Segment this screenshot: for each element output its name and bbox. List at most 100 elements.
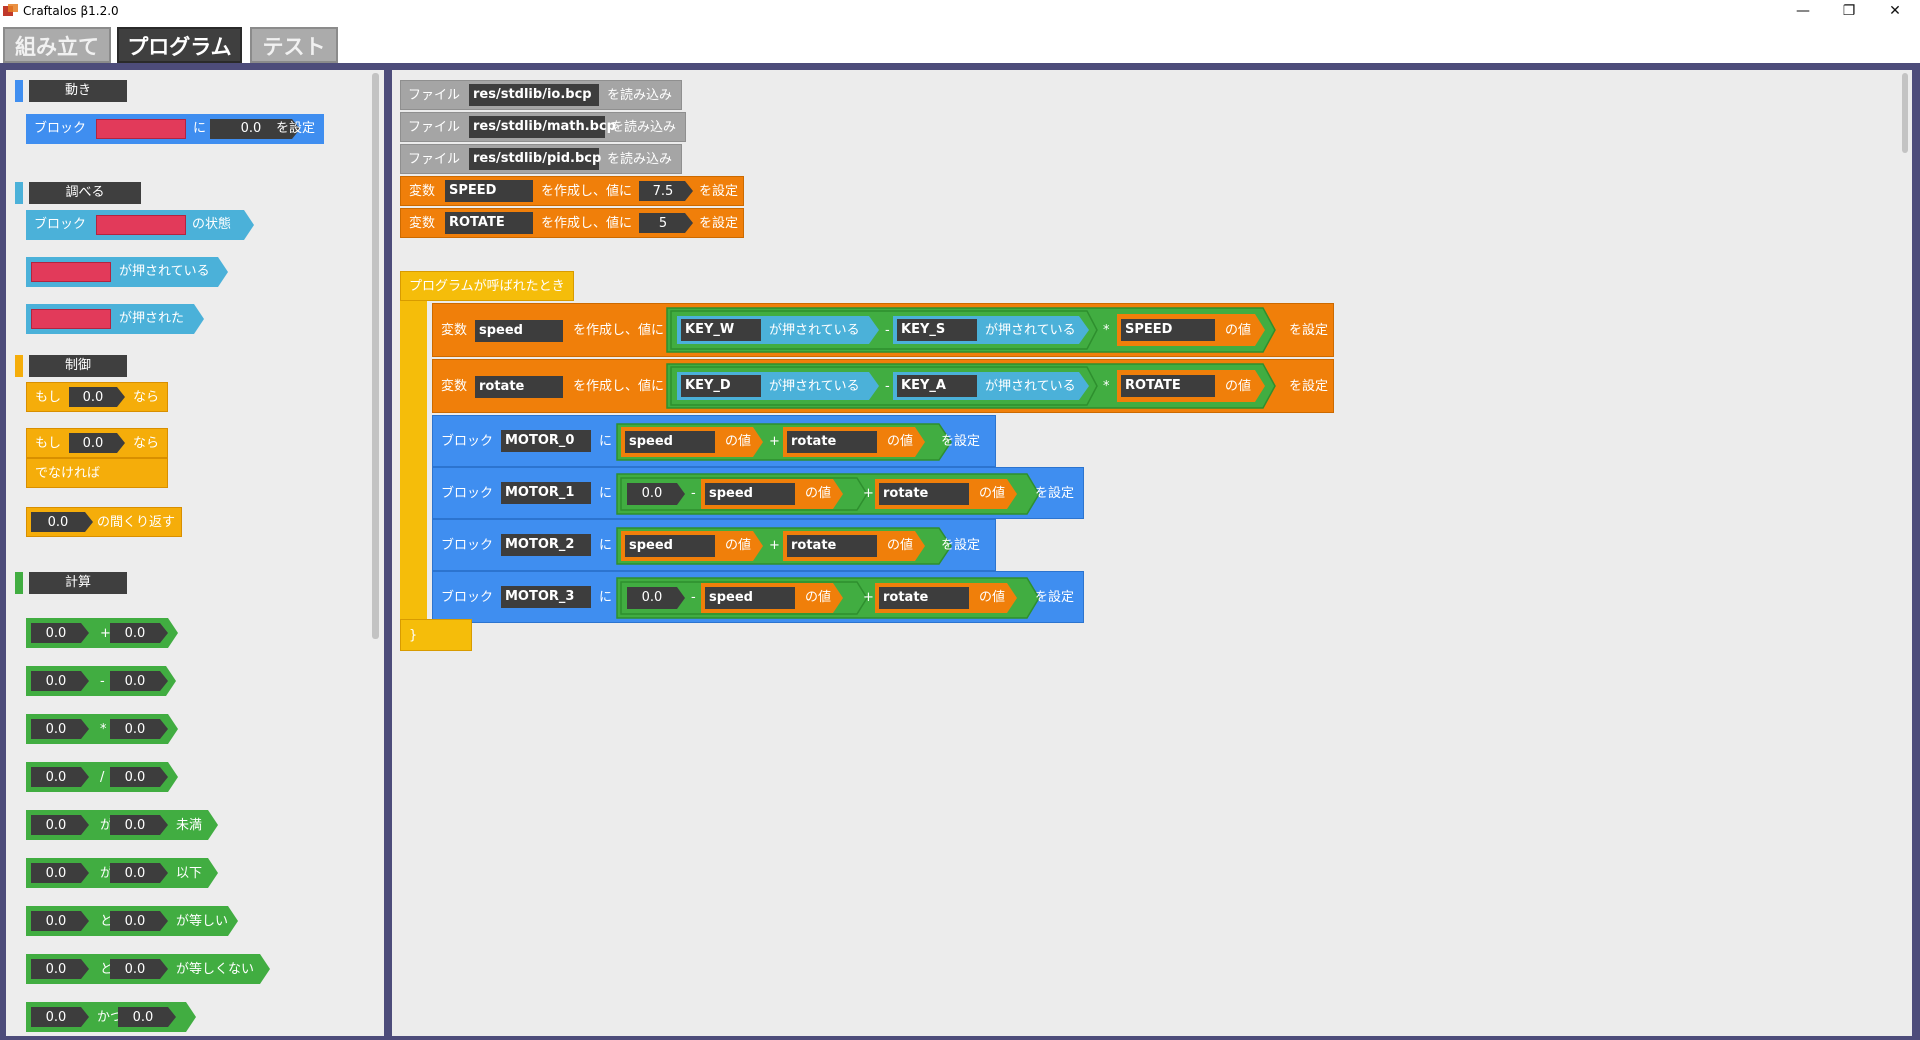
minus-operator: -: [885, 379, 890, 394]
palette-scrollbar[interactable]: [372, 73, 379, 639]
minimize-button[interactable]: —: [1780, 1, 1826, 21]
calc-right-value: 0.0: [124, 770, 146, 785]
set-suffix: を設定: [1035, 486, 1075, 501]
calc-left-value: 0.0: [45, 626, 67, 641]
event-header-block[interactable]: プログラムが呼ばれたとき: [400, 271, 574, 301]
var-ref-field[interactable]: SPEED: [1121, 319, 1215, 341]
file-path-field[interactable]: res/stdlib/pid.bcp: [469, 148, 601, 170]
import-pid-block[interactable]: ファイル res/stdlib/pid.bcp を読み込み: [400, 144, 682, 174]
panel-divider[interactable]: [384, 70, 392, 1036]
ni-label: に: [599, 590, 613, 605]
multiply-operator: *: [1103, 323, 1110, 338]
palette-set-block[interactable]: ブロック に 0.0 を設定: [26, 114, 324, 144]
value-of-label: の値: [979, 486, 1006, 501]
palette-if-else[interactable]: もし 0.0 なら: [26, 428, 168, 458]
close-button[interactable]: ✕: [1872, 1, 1918, 21]
palette-if[interactable]: もし 0.0 なら: [26, 382, 168, 412]
key-name-field[interactable]: KEY_W: [681, 319, 761, 341]
tab-test[interactable]: テスト: [250, 27, 338, 63]
calc-left-value: 0.0: [45, 818, 67, 833]
var-name-field[interactable]: speed: [475, 320, 563, 342]
pressing-label: が押されている: [769, 323, 860, 338]
motor-set-block[interactable]: ブロック MOTOR_0 に speed の値 + rotate の値 を設定: [432, 415, 996, 467]
calc-right-value: 0.0: [124, 674, 146, 689]
key-color-slot[interactable]: [31, 262, 111, 282]
var-ref-field[interactable]: rotate: [787, 431, 877, 453]
block-state-label: ブロック: [34, 217, 87, 232]
value-of-label: の値: [725, 434, 752, 449]
motor-name-field[interactable]: MOTOR_1: [501, 482, 591, 504]
motor-name-field[interactable]: MOTOR_2: [501, 534, 591, 556]
motor-set-block[interactable]: ブロック MOTOR_3 に 0.0 - speed の値 + rotate の値 を設定: [432, 571, 1084, 623]
block-state-suffix: の状態: [192, 217, 232, 232]
window-title: Craftalos β1.2.0: [23, 4, 119, 18]
calc-suffix: 以下: [176, 866, 203, 881]
pressing-label: が押されている: [985, 323, 1076, 338]
plus-operator: +: [769, 538, 780, 553]
var-ref-field[interactable]: speed: [625, 535, 715, 557]
var-value[interactable]: 7.5: [639, 185, 687, 198]
global-var-rotate[interactable]: 変数 ROTATE を作成し、値に 5 を設定: [400, 208, 744, 238]
program-canvas[interactable]: ファイル res/stdlib/io.bcp を読み込み ファイル res/st…: [392, 70, 1912, 1036]
var-name-field[interactable]: SPEED: [445, 180, 533, 202]
var-ref-field[interactable]: speed: [705, 587, 795, 609]
value-of-label: の値: [725, 538, 752, 553]
key-name-field[interactable]: KEY_D: [681, 375, 761, 397]
var-ref-field[interactable]: rotate: [787, 535, 877, 557]
motor-name-field[interactable]: MOTOR_3: [501, 586, 591, 608]
canvas-scrollbar[interactable]: [1902, 73, 1908, 153]
minus-operator: -: [691, 590, 696, 605]
import-math-block[interactable]: ファイル res/stdlib/math.bcp を読み込み: [400, 112, 686, 142]
block-color-slot[interactable]: [96, 119, 186, 139]
var-ref-field[interactable]: speed: [625, 431, 715, 453]
restore-button[interactable]: ❐: [1826, 1, 1872, 21]
minus-operator: -: [885, 323, 890, 338]
local-var-block[interactable]: 変数 rotate を作成し、値に KEY_D が押されている - KEY_A が押されている…: [432, 359, 1334, 413]
event-footer-block[interactable]: }: [400, 619, 472, 651]
key-color-slot[interactable]: [31, 309, 111, 329]
calc-suffix: 未満: [176, 818, 203, 833]
var-ref-field[interactable]: speed: [705, 483, 795, 505]
var-name-field[interactable]: ROTATE: [445, 212, 533, 234]
calc-left-value: 0.0: [45, 770, 67, 785]
motor-set-block[interactable]: ブロック MOTOR_2 に speed の値 + rotate の値 を設定: [432, 519, 996, 571]
zero-value: 0.0: [641, 486, 663, 501]
var-ref-field[interactable]: rotate: [879, 483, 969, 505]
palette-else[interactable]: でなければ: [26, 458, 168, 488]
ni-label: に: [599, 486, 613, 501]
ni-label: に: [599, 538, 613, 553]
var-ref-field[interactable]: ROTATE: [1121, 375, 1215, 397]
var-name-field[interactable]: rotate: [475, 376, 563, 398]
plus-operator: +: [863, 486, 874, 501]
key-name-field[interactable]: KEY_A: [897, 375, 977, 397]
tab-assemble[interactable]: 組み立て: [3, 27, 111, 63]
palette-repeat[interactable]: 0.0 の間くり返す: [26, 507, 182, 537]
set-suffix: を設定: [941, 434, 981, 449]
title-bar: Craftalos β1.2.0 — ❐ ✕: [0, 0, 1920, 22]
file-path-field[interactable]: res/stdlib/io.bcp: [469, 84, 599, 106]
pressing-label: が押されている: [769, 379, 860, 394]
zero-value: 0.0: [641, 590, 663, 605]
calc-suffix: が等しい: [176, 914, 229, 929]
var-ref-field[interactable]: rotate: [879, 587, 969, 609]
motor-name-field[interactable]: MOTOR_0: [501, 430, 591, 452]
ni-label: に: [599, 434, 613, 449]
global-var-speed[interactable]: 変数 SPEED を作成し、値に 7.5 を設定: [400, 176, 744, 206]
set-suffix: を設定: [1289, 323, 1329, 338]
local-var-block[interactable]: 変数 speed を作成し、値に KEY_W が押されている - KEY_S が押されている *…: [432, 303, 1334, 357]
calc-right-value: 0.0: [124, 626, 146, 641]
var-label: 変数: [441, 323, 468, 338]
value-of-label: の値: [805, 590, 832, 605]
file-path-field[interactable]: res/stdlib/math.bcp: [469, 116, 616, 138]
pressed-label: が押された: [119, 311, 185, 326]
tab-program[interactable]: プログラム: [117, 27, 242, 63]
calc-right-value: 0.0: [132, 1010, 154, 1025]
block-palette[interactable]: 動き ブロック に 0.0 を設定 調べる ブロック の状態 が押されている が…: [6, 70, 384, 1036]
set-suffix: を設定: [941, 538, 981, 553]
block-color-slot[interactable]: [96, 215, 186, 235]
motor-set-block[interactable]: ブロック MOTOR_1 に 0.0 - speed の値 + rotate の値 を設定: [432, 467, 1084, 519]
var-value[interactable]: 5: [639, 217, 687, 230]
key-name-field[interactable]: KEY_S: [897, 319, 977, 341]
import-io-block[interactable]: ファイル res/stdlib/io.bcp を読み込み: [400, 80, 682, 110]
calc-right-value: 0.0: [124, 818, 146, 833]
